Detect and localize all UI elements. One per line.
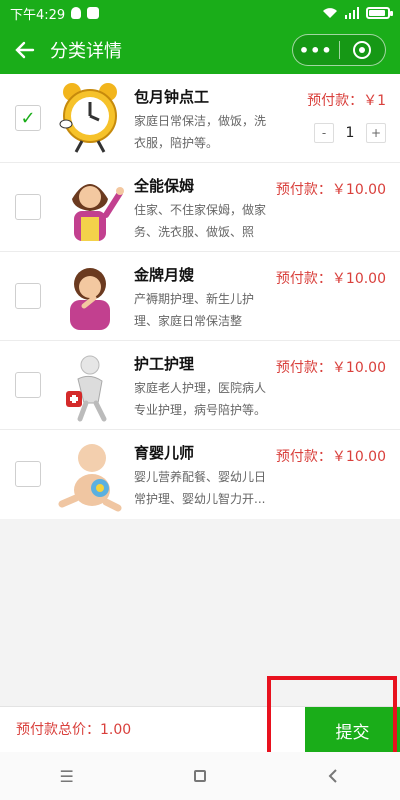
service-list: ✓ 包月钟点工 家庭日常保洁，做饭，洗衣服，陪护等。 预付款：￥1 - 1 + [0, 74, 400, 519]
battery-icon [366, 7, 393, 19]
caregiver-image [54, 347, 126, 423]
back-button[interactable] [0, 26, 50, 74]
alarm-clock-image [54, 80, 126, 156]
signal-icon [345, 7, 359, 19]
quantity-stepper: - 1 + [314, 123, 386, 143]
more-dots-icon[interactable]: ••• [293, 41, 339, 60]
item-title: 全能保姆 [134, 177, 195, 195]
item-price: 预付款：￥10.00 [275, 360, 386, 376]
item-price: 预付款：￥10.00 [275, 449, 386, 465]
title-bar: 分类详情 ••• [0, 26, 400, 74]
item-title: 护工护理 [134, 355, 195, 373]
chevron-left-icon [328, 769, 338, 783]
wifi-icon [323, 8, 337, 18]
item-title: 育婴儿师 [134, 444, 195, 462]
back-nav-button[interactable] [313, 756, 353, 796]
quantity-value: 1 [345, 125, 355, 141]
list-item[interactable]: 护工护理 家庭老人护理，医院病人专业护理，病号陪护等。 预付款：￥10.00 [0, 341, 400, 430]
item-title: 包月钟点工 [134, 88, 210, 106]
item-description: 家庭日常保洁，做饭，洗衣服，陪护等。 [134, 114, 267, 150]
item-checkbox[interactable] [15, 461, 41, 487]
home-button[interactable] [180, 756, 220, 796]
item-checkbox[interactable] [15, 194, 41, 220]
increment-button[interactable]: + [366, 123, 386, 143]
home-square-icon [193, 770, 206, 782]
item-description: 婴儿营养配餐、婴幼儿日常护理、婴幼儿智力开... [134, 470, 267, 506]
item-description: 住家、不住家保姆，做家务、洗衣服、做饭、照顾... [134, 203, 267, 239]
baby-image [54, 436, 126, 512]
status-bar: 下午4:29 [0, 0, 400, 26]
item-price: 预付款：￥10.00 [275, 271, 386, 287]
list-item[interactable]: 金牌月嫂 产褥期护理、新生儿护理、家庭日常保洁整理、... 预付款：￥10.00 [0, 252, 400, 341]
menu-icon[interactable]: ☰ [47, 756, 87, 796]
item-description: 产褥期护理、新生儿护理、家庭日常保洁整理、... [134, 292, 255, 328]
checkmark-icon: ✓ [20, 107, 36, 129]
arrow-left-icon [15, 41, 35, 59]
item-title: 金牌月嫂 [134, 266, 195, 284]
app-notification-icon [87, 7, 100, 19]
mini-program-capsule: ••• [292, 34, 386, 66]
maternity-nurse-image [54, 258, 126, 334]
list-item[interactable]: ✓ 包月钟点工 家庭日常保洁，做饭，洗衣服，陪护等。 预付款：￥1 - 1 + [0, 74, 400, 163]
decrement-button[interactable]: - [314, 123, 334, 143]
system-nav-bar: ☰ [0, 752, 400, 800]
item-price: 预付款：￥1 [307, 93, 386, 109]
nanny-image [54, 169, 126, 245]
capsule-close-button[interactable] [339, 41, 385, 59]
item-checkbox[interactable]: ✓ [15, 105, 41, 131]
list-item[interactable]: 育婴儿师 婴儿营养配餐、婴幼儿日常护理、婴幼儿智力开... 预付款：￥10.00 [0, 430, 400, 519]
total-price: 预付款总价：1.00 [16, 722, 132, 738]
page-title: 分类详情 [50, 41, 122, 62]
list-item[interactable]: 全能保姆 住家、不住家保姆，做家务、洗衣服、做饭、照顾... 预付款：￥10.0… [0, 163, 400, 252]
qq-icon [71, 7, 82, 19]
item-price: 预付款：￥10.00 [275, 182, 386, 198]
item-checkbox[interactable] [15, 372, 41, 398]
target-icon [353, 41, 372, 59]
item-checkbox[interactable] [15, 283, 41, 309]
status-time: 下午4:29 [10, 7, 66, 23]
item-description: 家庭老人护理，医院病人专业护理，病号陪护等。 [134, 381, 267, 417]
highlight-annotation [267, 676, 397, 764]
